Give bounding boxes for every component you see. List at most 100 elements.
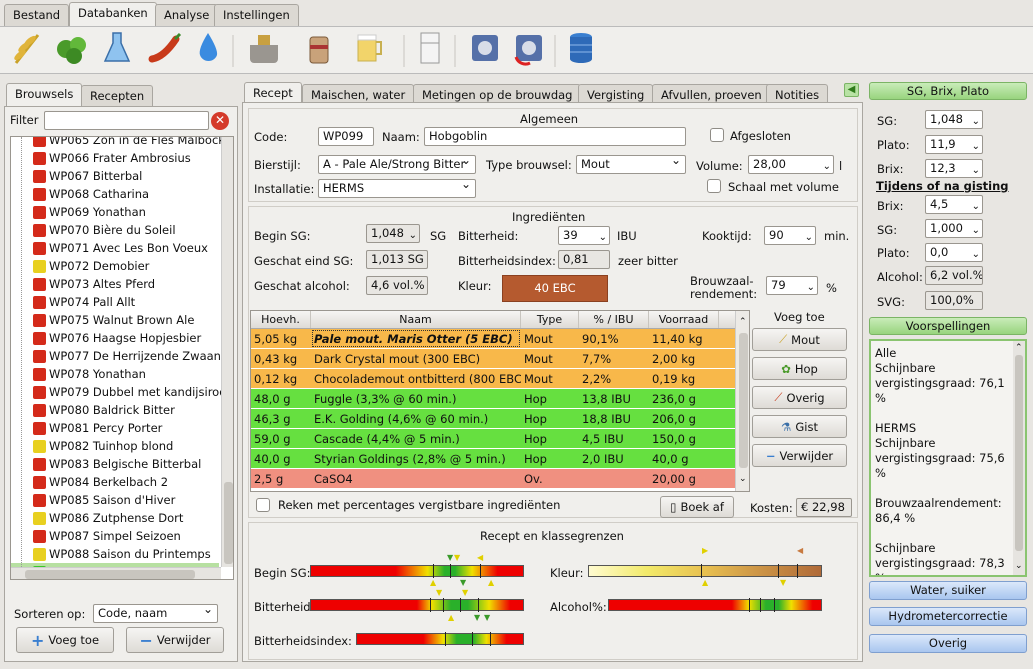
code-input[interactable]: WP099 (318, 127, 374, 146)
schaal-checkbox[interactable] (707, 179, 721, 193)
list-item[interactable]: WP079 Dubbel met kandijsiroop (11, 383, 233, 401)
plato2-label: Plato: (877, 246, 910, 260)
sg-brix-plato-header[interactable]: SG, Brix, Plato (869, 82, 1027, 100)
water-suiker-button[interactable]: Water, suiker (869, 581, 1027, 600)
sg-spinbox[interactable]: 1,048 (925, 110, 983, 129)
flask-icon[interactable] (103, 32, 131, 62)
remove-ingredient-button[interactable]: − Verwijder (752, 444, 847, 467)
water-drop-icon[interactable] (199, 33, 218, 62)
list-item[interactable]: WP076 Haagse Hopjesbier (11, 329, 219, 347)
voorspellingen-header[interactable]: Voorspellingen (869, 317, 1027, 335)
database-icon[interactable] (570, 33, 592, 63)
add-overig-button[interactable]: ⟋ Overig (752, 386, 847, 409)
list-item[interactable]: WP070 Bière du Soleil (11, 221, 219, 239)
filter-input[interactable] (44, 111, 209, 130)
plato2-spinbox[interactable]: 0,0 (925, 243, 983, 262)
naam-input[interactable]: Hobgoblin (424, 127, 686, 146)
fridge-icon[interactable] (420, 32, 440, 64)
add-gist-button[interactable]: ⚗ Gist (752, 415, 847, 438)
list-item[interactable]: WP077 De Herrijzende Zwaan (11, 347, 221, 365)
bz-spinbox[interactable]: 79 (766, 276, 818, 295)
column-header[interactable]: % / IBU (579, 311, 649, 328)
collapse-arrow-icon[interactable]: ◀ (844, 83, 859, 97)
list-item[interactable]: WP078 Yonathan (11, 365, 219, 383)
kooktijd-spinbox[interactable]: 90 (764, 226, 816, 245)
installatie-select[interactable]: HERMS (318, 179, 476, 198)
volume-spinbox[interactable]: 28,00 (748, 155, 834, 174)
ibu-unit: IBU (617, 229, 637, 243)
table-row[interactable]: 40,0 g Styrian Goldings (2,8% @ 5 min.) Ho… (251, 449, 749, 469)
grain-icon[interactable] (13, 34, 40, 64)
brew-status-icon (33, 223, 46, 237)
table-row[interactable]: 5,05 kg Pale mout. Maris Otter (5 EBC) Mou… (251, 329, 749, 349)
brix2-spinbox[interactable]: 4,5 (925, 195, 983, 214)
list-item[interactable]: WP081 Percy Porter (11, 419, 219, 437)
table-row[interactable]: 59,0 g Cascade (4,4% @ 5 min.) Hop 4,5 IBU 1… (251, 429, 749, 449)
table-row[interactable]: 48,0 g Fuggle (3,3% @ 60 min.) Hop 13,8 IBU… (251, 389, 749, 409)
column-header[interactable]: Voorraad (649, 311, 719, 328)
delete-button[interactable]: − Verwijder (126, 627, 224, 653)
equipment-icon[interactable] (472, 35, 498, 61)
table-row[interactable]: 2,5 g CaSO4 Ov. 20,00 g (251, 469, 749, 489)
list-item[interactable]: WP083 Belgische Bitterbal (11, 455, 219, 473)
list-item[interactable]: WP086 Zutphense Dort (11, 509, 219, 527)
kettle-icon[interactable] (250, 35, 278, 63)
brew-status-icon (33, 277, 46, 291)
list-item[interactable]: WP084 Berkelbach 2 (11, 473, 219, 491)
brix-spinbox[interactable]: 12,3 (925, 159, 983, 178)
table-row[interactable]: 46,3 g E.K. Golding (4,6% @ 60 min.) Hop 18… (251, 409, 749, 429)
boek-af-button[interactable]: ▯ Boek af (660, 496, 734, 518)
tab-recepten[interactable]: Recepten (81, 85, 154, 107)
bierstijl-select[interactable]: A - Pale Ale/Strong Bitter (318, 155, 476, 174)
column-header[interactable]: Naam (311, 311, 521, 328)
list-item[interactable]: WP088 Saison du Printemps (11, 545, 219, 563)
reken-checkbox[interactable] (256, 498, 270, 512)
list-item[interactable]: WP087 Simpel Seizoen (11, 527, 219, 545)
table-scrollbar[interactable]: ⌃ ⌄ (735, 311, 749, 491)
bitterheid-spinbox[interactable]: 39 (558, 226, 610, 245)
list-item[interactable]: WP072 Demobier (11, 257, 219, 275)
sg2-spinbox[interactable]: 1,000 (925, 219, 983, 238)
voorsp-scrollbar[interactable]: ⌃ ⌄ (1013, 341, 1025, 575)
equipment-refresh-icon[interactable] (514, 35, 542, 66)
menu-tab-analyse[interactable]: Analyse (155, 4, 219, 26)
list-item[interactable]: WP080 Baldrick Bitter (11, 401, 219, 419)
add-mout-button[interactable]: ⟋ Mout (752, 328, 847, 351)
pepper-icon[interactable] (148, 32, 182, 63)
tab-brouwsels[interactable]: Brouwsels (6, 83, 83, 107)
type-select[interactable]: Mout (576, 155, 686, 174)
sort-select[interactable]: Code, naam (93, 604, 218, 623)
table-row[interactable]: 0,12 kg Chocolademout ontbitterd (800 EBC… (251, 369, 749, 389)
horizontal-scrollbar[interactable] (11, 567, 221, 579)
menu-tab-databanken[interactable]: Databanken (69, 2, 157, 26)
column-header[interactable]: Hoevh. (251, 311, 311, 328)
list-item[interactable]: WP073 Altes Pferd (11, 275, 219, 293)
menu-tab-instellingen[interactable]: Instellingen (214, 4, 299, 26)
add-hop-button[interactable]: ✿ Hop (752, 357, 847, 380)
list-item[interactable]: WP071 Avec Les Bon Voeux (11, 239, 219, 257)
list-item[interactable]: WP067 Bitterbal (11, 167, 219, 185)
column-header[interactable]: Type (521, 311, 579, 328)
list-item[interactable]: WP066 Frater Ambrosius (11, 149, 219, 167)
overig-button[interactable]: Overig (869, 634, 1027, 653)
list-item[interactable]: WP085 Saison d'Hiver (11, 491, 219, 509)
fermenter-icon[interactable] (309, 36, 329, 64)
hydrometer-button[interactable]: Hydrometercorrectie (869, 607, 1027, 626)
afgesloten-checkbox[interactable] (710, 128, 724, 142)
list-item[interactable]: WP065 Zon in de Fles Malbock (11, 137, 225, 149)
beer-glass-icon[interactable] (357, 34, 382, 62)
list-item[interactable]: WP069 Yonathan (11, 203, 219, 221)
list-item[interactable]: WP074 Pall Allt (11, 293, 219, 311)
hops-icon[interactable] (57, 37, 86, 64)
vertical-scrollbar[interactable] (221, 137, 233, 567)
clear-filter-icon[interactable]: ✕ (211, 112, 229, 130)
plato-spinbox[interactable]: 11,9 (925, 135, 983, 154)
kosten-label: Kosten: (750, 501, 793, 515)
add-button[interactable]: + Voeg toe (16, 627, 114, 653)
list-item[interactable]: WP082 Tuinhop blond (11, 437, 219, 455)
list-item[interactable]: WP075 Walnut Brown Ale (11, 311, 219, 329)
table-row[interactable]: 0,43 kg Dark Crystal mout (300 EBC) Mout 7,… (251, 349, 749, 369)
beginsg-spinbox[interactable]: 1,048 (366, 224, 420, 243)
menu-tab-bestand[interactable]: Bestand (4, 4, 70, 26)
list-item[interactable]: WP068 Catharina (11, 185, 219, 203)
